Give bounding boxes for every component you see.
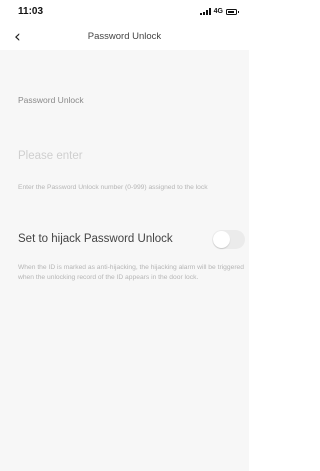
page-title: Password Unlock — [87, 31, 162, 42]
status-bar: 11:03 4G — [0, 0, 249, 26]
battery-level — [228, 10, 234, 13]
battery-icon — [226, 8, 239, 15]
status-time: 11:03 — [18, 6, 44, 17]
section-label: Password Unlock — [18, 95, 84, 105]
settings-content: Password Unlock Please enter Enter the P… — [0, 50, 249, 471]
password-unlock-input[interactable]: Please enter — [18, 150, 83, 162]
hijack-toggle-label: Set to hijack Password Unlock — [18, 233, 173, 245]
nav-bar: ‹ Password Unlock — [0, 26, 249, 50]
network-type: 4G — [213, 8, 223, 15]
hijack-description: When the ID is marked as anti-hijacking,… — [18, 264, 244, 281]
hijack-toggle[interactable] — [212, 230, 245, 249]
status-indicators: 4G — [199, 8, 239, 15]
toggle-knob — [213, 231, 230, 248]
input-hint: Enter the Password Unlock number (0-999)… — [18, 184, 208, 191]
signal-icon — [199, 8, 211, 15]
